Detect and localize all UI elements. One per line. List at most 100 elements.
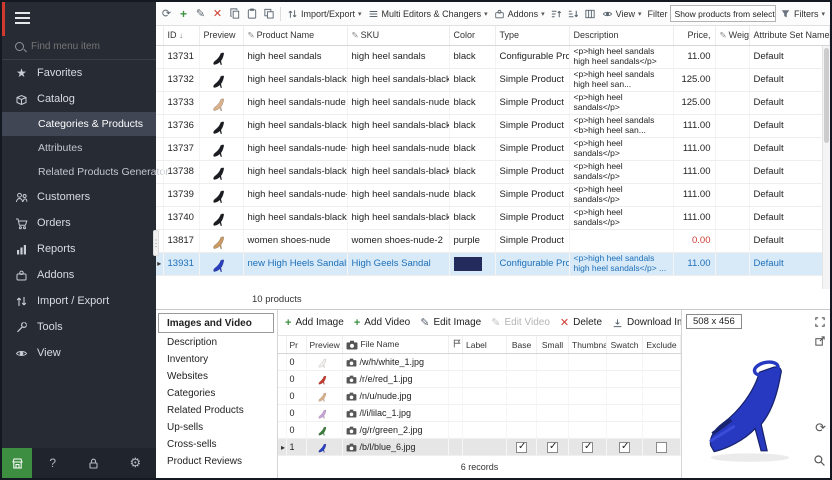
flag-cell[interactable] <box>449 371 463 388</box>
zoom-button[interactable] <box>813 454 826 472</box>
detail-tab[interactable]: Cross-sells <box>156 436 277 453</box>
description-cell[interactable] <box>569 229 673 252</box>
type-cell[interactable]: Simple Product <box>495 91 569 114</box>
type-cell[interactable]: Simple Product <box>495 183 569 206</box>
description-cell[interactable]: <p>high heel sandals</p> <box>569 137 673 160</box>
exclude-cell[interactable] <box>643 439 681 456</box>
sidebar-item-view[interactable]: View <box>2 340 156 366</box>
column-header-base[interactable]: Base <box>507 336 537 354</box>
column-header-label[interactable]: Label <box>463 336 507 354</box>
detail-tab[interactable]: Categories <box>156 385 277 402</box>
priority-cell[interactable]: 0 <box>286 354 306 371</box>
color-cell[interactable]: black <box>449 206 495 229</box>
preview-cell[interactable] <box>199 206 243 229</box>
product-row[interactable]: 13732 high heel sandals-black high heel … <box>156 68 830 91</box>
weight-cell[interactable] <box>715 91 749 114</box>
filters-menu[interactable]: Filters ▾ <box>778 8 827 20</box>
description-cell[interactable]: <p>high heel sandals <b>high heel san... <box>569 114 673 137</box>
id-cell[interactable]: 13739 <box>163 183 199 206</box>
attribute-set-cell[interactable]: Default <box>749 45 830 68</box>
detail-tab[interactable]: Websites <box>156 368 277 385</box>
label-cell[interactable] <box>463 422 507 439</box>
detail-tab[interactable]: Product Reviews <box>156 453 277 470</box>
price-cell[interactable]: 125.00 <box>673 68 715 91</box>
product-row[interactable]: 13737 high heel sandals-nude-36 high hee… <box>156 137 830 160</box>
sku-cell[interactable]: high heel sandals-nude-36 <box>347 137 449 160</box>
base-cell[interactable] <box>507 388 537 405</box>
lock-button[interactable] <box>73 448 114 478</box>
exclude-cell[interactable] <box>643 405 681 422</box>
sku-cell[interactable]: high heel sandals-nude-37 <box>347 183 449 206</box>
columns-button[interactable] <box>583 8 598 20</box>
product-name-cell[interactable]: high heel sandals-black-37 <box>243 160 347 183</box>
download-image-button[interactable]: Download Image <box>612 317 681 329</box>
swatch-cell[interactable] <box>607 388 643 405</box>
base-checkbox[interactable] <box>516 442 527 453</box>
fullscreen-button[interactable] <box>814 315 826 333</box>
weight-cell[interactable] <box>715 45 749 68</box>
id-cell[interactable]: 13740 <box>163 206 199 229</box>
base-cell[interactable] <box>507 422 537 439</box>
weight-cell[interactable] <box>715 206 749 229</box>
swatch-checkbox[interactable] <box>619 442 630 453</box>
view-menu[interactable]: View ▾ <box>600 8 644 20</box>
column-header-weight[interactable]: ✎Weight <box>715 26 749 45</box>
weight-cell[interactable] <box>715 229 749 252</box>
column-header-description[interactable]: Description <box>569 26 673 45</box>
id-cell[interactable]: 13817 <box>163 229 199 252</box>
image-row[interactable]: 1 /b/l/blue_6.jpg <box>278 439 681 456</box>
sidebar-search[interactable] <box>2 34 156 60</box>
rotate-button[interactable]: ⟳ <box>815 420 826 436</box>
small-cell[interactable] <box>537 439 569 456</box>
column-header-color[interactable]: Color <box>449 26 495 45</box>
pane-splitter-handle[interactable] <box>153 230 159 256</box>
color-cell[interactable]: black <box>449 68 495 91</box>
description-cell[interactable]: <p>high heel sandals high heel sandals</… <box>569 252 673 275</box>
image-row[interactable]: 0 /l/i/lilac_1.jpg <box>278 405 681 422</box>
product-name-cell[interactable]: high heel sandals-nude-36 <box>243 137 347 160</box>
image-preview-cell[interactable] <box>306 439 342 456</box>
base-cell[interactable] <box>507 371 537 388</box>
color-cell[interactable]: black <box>449 160 495 183</box>
thumbnail-cell[interactable] <box>569 405 607 422</box>
column-header-id[interactable]: ID ↓ <box>163 26 199 45</box>
detail-tab[interactable]: Inventory <box>156 351 277 368</box>
type-cell[interactable]: Simple Product <box>495 114 569 137</box>
base-cell[interactable] <box>507 439 537 456</box>
column-header-price[interactable]: Price, <box>673 26 715 45</box>
settings-button[interactable]: ⚙ <box>115 448 156 478</box>
type-cell[interactable]: Simple Product <box>495 160 569 183</box>
exclude-cell[interactable] <box>643 354 681 371</box>
preview-cell[interactable] <box>199 229 243 252</box>
product-name-cell[interactable]: high heel sandals-black-38 <box>243 206 347 229</box>
sidebar-item-tools[interactable]: Tools <box>2 314 156 340</box>
column-header-sku[interactable]: ✎SKU <box>347 26 449 45</box>
label-cell[interactable] <box>463 388 507 405</box>
product-name-cell[interactable]: high heel sandals-black <box>243 68 347 91</box>
thumbnail-cell[interactable] <box>569 388 607 405</box>
price-cell[interactable]: 0.00 <box>673 229 715 252</box>
thumbnail-cell[interactable] <box>569 354 607 371</box>
sidebar-item-categories-products[interactable]: Categories & Products <box>2 112 156 136</box>
file-name-cell[interactable]: /n/u/nude.jpg <box>342 388 449 405</box>
image-preview-cell[interactable] <box>306 422 342 439</box>
addons-menu[interactable]: Addons ▾ <box>492 8 547 20</box>
description-cell[interactable]: <p>high heel sandals</p> <box>569 206 673 229</box>
sku-cell[interactable]: high heel sandals-black-37 <box>347 160 449 183</box>
thumbnail-cell[interactable] <box>569 439 607 456</box>
column-header-thumbnail[interactable]: Thumbna <box>569 336 607 354</box>
weight-cell[interactable] <box>715 137 749 160</box>
sidebar-item-favorites[interactable]: ★ Favorites <box>2 60 156 86</box>
label-cell[interactable] <box>463 354 507 371</box>
column-header-type[interactable]: Type <box>495 26 569 45</box>
help-button[interactable]: ? <box>32 448 73 478</box>
id-cell[interactable]: 13733 <box>163 91 199 114</box>
sidebar-item-customers[interactable]: Customers <box>2 184 156 210</box>
thumbnail-cell[interactable] <box>569 422 607 439</box>
type-cell[interactable]: Simple Product <box>495 68 569 91</box>
sidebar-item-related-products-generator[interactable]: Related Products Generator <box>2 160 156 184</box>
sku-cell[interactable]: high heel sandals-nude <box>347 91 449 114</box>
column-header-priority[interactable]: Pr <box>286 336 306 354</box>
color-cell[interactable]: purple <box>449 229 495 252</box>
refresh-button[interactable]: ⟳ <box>159 7 174 20</box>
